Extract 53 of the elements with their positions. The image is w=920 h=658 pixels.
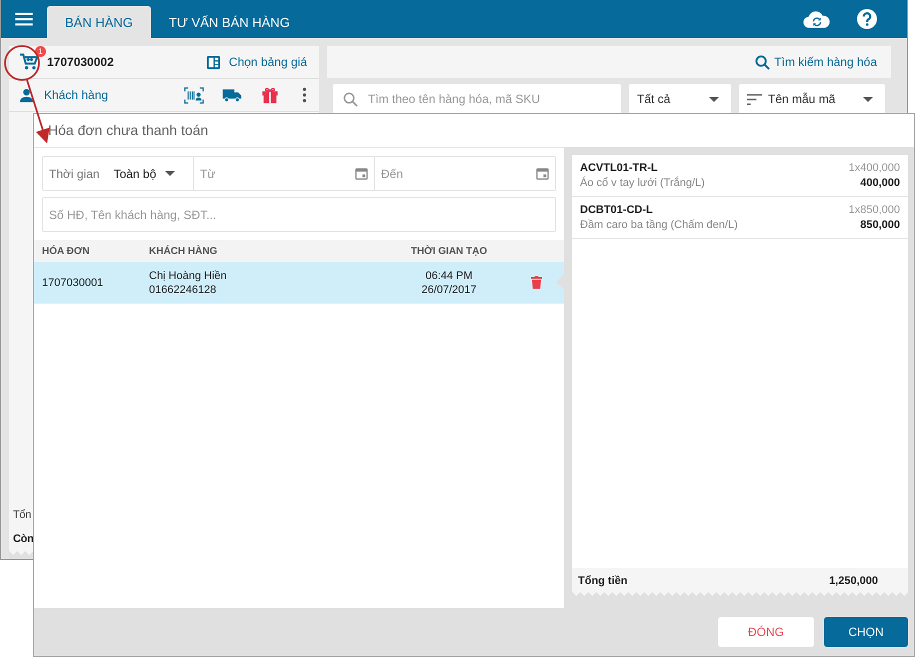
cart-icon[interactable] xyxy=(19,53,39,71)
tab[interactable]: TƯ VẤN BÁN HÀNG xyxy=(150,6,308,38)
customer-link[interactable]: Khách hàng xyxy=(44,88,108,102)
barcode-person-icon[interactable] xyxy=(184,86,204,104)
caret-icon xyxy=(863,96,873,102)
help-icon[interactable] xyxy=(857,9,877,29)
remaining-label: Còn xyxy=(13,533,34,545)
price-list-icon xyxy=(206,54,221,70)
delete-icon[interactable] xyxy=(531,276,542,289)
total-value: 1,250,000 xyxy=(829,575,878,587)
invoice-row[interactable]: 1707030001 Chị Hoàng Hiền 01662246128 06:44 PM 26/07/2017 xyxy=(34,262,564,304)
total-label: Tổn xyxy=(13,509,32,521)
sort-icon xyxy=(747,92,762,106)
choose-button[interactable]: CHỌN xyxy=(824,617,908,647)
sort-dropdown[interactable]: Tên mẫu mã xyxy=(739,84,885,114)
invoice-search-field[interactable]: Số HĐ, Tên khách hàng, SĐT... xyxy=(49,208,549,222)
item-quantity-price: 1x850,000 xyxy=(848,204,900,216)
created-date: 26/07/2017 xyxy=(421,284,477,296)
product-search-link[interactable]: Tìm kiếm hàng hóa xyxy=(755,54,877,70)
cloud-sync-icon[interactable] xyxy=(803,10,831,28)
column-header: KHÁCH HÀNG xyxy=(149,246,218,256)
item-quantity-price: 1x400,000 xyxy=(848,162,900,174)
item-sku: ACVTL01-TR-L xyxy=(580,162,658,174)
count-badge: 1 xyxy=(35,46,46,57)
person-icon xyxy=(19,88,34,102)
search-icon xyxy=(755,54,770,70)
category-dropdown[interactable]: Tất cả xyxy=(629,84,731,114)
product-search-field[interactable]: Tìm theo tên hàng hóa, mã SKU xyxy=(368,92,611,106)
truck-icon[interactable] xyxy=(222,86,242,104)
item-name: Đầm caro ba tầng (Chấm đen/L) xyxy=(580,219,738,231)
tab[interactable]: BÁN HÀNG xyxy=(47,6,151,38)
customer-phone: 01662246128 xyxy=(149,284,218,296)
created-time: 06:44 PM xyxy=(425,270,473,282)
price-list-link[interactable]: Chọn bảng giá xyxy=(228,55,307,69)
total-label: Tổng tiền xyxy=(578,575,628,587)
search-icon xyxy=(343,92,358,106)
order-code: 1707030002 xyxy=(47,55,114,69)
close-button[interactable]: ĐÓNG xyxy=(718,617,814,647)
search-field[interactable]: Tìm theo tên hàng hóa, mã SKU xyxy=(333,84,621,114)
menu-icon[interactable] xyxy=(15,12,33,26)
gift-icon[interactable] xyxy=(260,86,280,104)
customer-name: Chị Hoàng Hiền xyxy=(149,270,228,282)
caret-icon xyxy=(709,96,719,102)
item-sku: DCBT01-CD-L xyxy=(580,204,653,216)
more-icon[interactable] xyxy=(302,87,307,103)
item-amount: 400,000 xyxy=(860,177,900,189)
item-amount: 850,000 xyxy=(860,219,900,231)
column-header: THỜI GIAN TẠO xyxy=(410,246,488,256)
search-field[interactable]: Số HĐ, Tên khách hàng, SĐT... xyxy=(42,197,556,232)
item-name: Áo cổ v tay lưới (Trắng/L) xyxy=(580,177,705,189)
column-header: HÓA ĐƠN xyxy=(41,246,91,256)
dialog-title: Hóa đơn chưa thanh toán xyxy=(47,121,210,140)
invoice-number: 1707030001 xyxy=(41,276,104,288)
